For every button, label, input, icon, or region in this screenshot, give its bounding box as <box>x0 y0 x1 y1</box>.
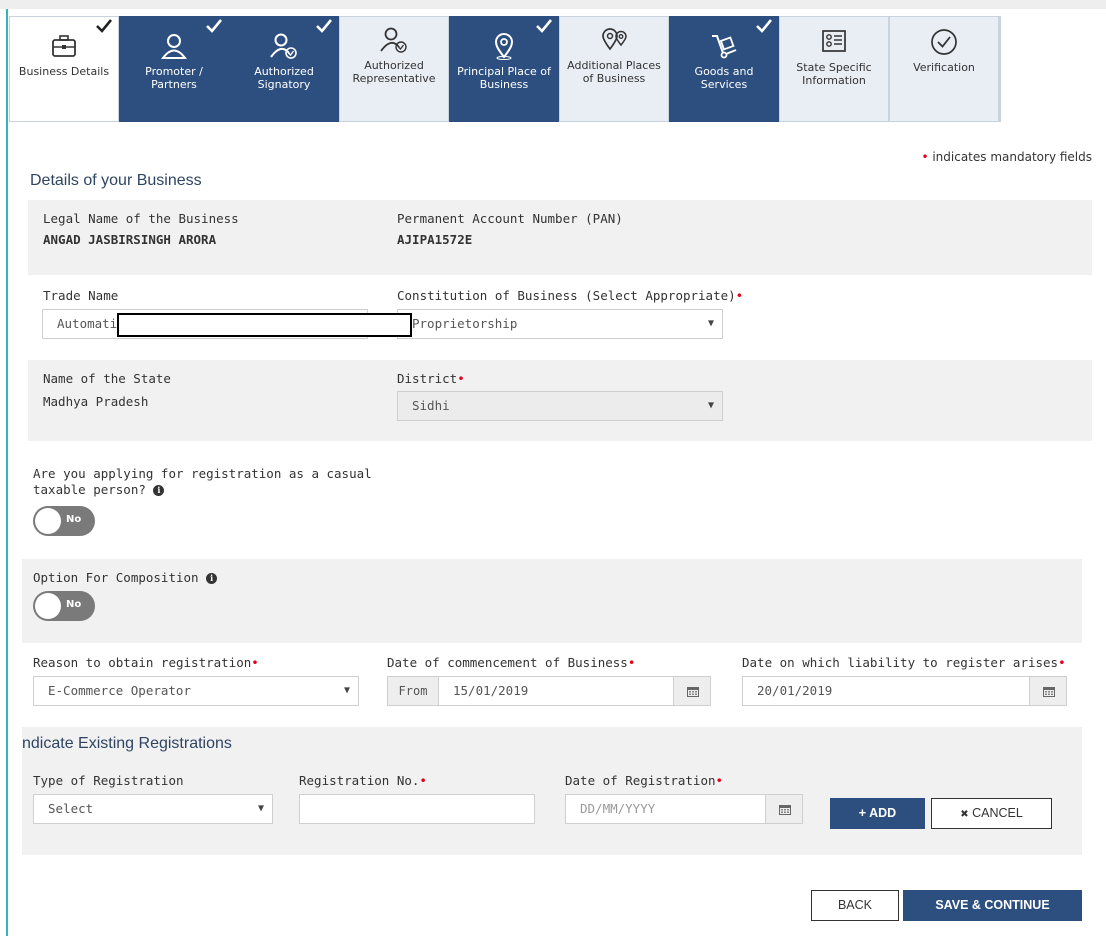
reason-label: Reason to obtain registration• <box>33 655 259 670</box>
toggle-text: No <box>66 599 82 610</box>
tab-verification[interactable]: Verification <box>889 16 999 122</box>
check-icon <box>316 19 332 33</box>
briefcase-icon <box>52 35 76 57</box>
chevron-down-icon: ▼ <box>707 318 714 329</box>
section-title-business: Details of your Business <box>30 172 202 189</box>
casual-taxable-toggle[interactable]: No <box>33 506 95 536</box>
legal-name-label: Legal Name of the Business <box>43 211 239 226</box>
tab-principal-place-of-business[interactable]: Principal Place of Business <box>449 16 559 122</box>
cancel-button[interactable]: ✖ CANCEL <box>931 798 1052 829</box>
state-label: Name of the State <box>43 371 171 386</box>
add-button-label: ADD <box>869 806 897 820</box>
liability-label: Date on which liability to register aris… <box>742 655 1066 670</box>
left-accent-line <box>6 9 8 936</box>
from-addon: From <box>387 676 439 706</box>
tab-label: Verification <box>913 61 975 74</box>
registration-date-input[interactable]: DD/MM/YYYY <box>565 794 766 824</box>
tab-authorized-signatory[interactable]: Authorized Signatory <box>229 16 339 122</box>
calendar-button[interactable] <box>673 676 711 706</box>
registration-no-label: Registration No.• <box>299 773 427 788</box>
save-continue-button[interactable]: SAVE & CONTINUE <box>903 890 1082 921</box>
district-select[interactable]: Sidhi ▼ <box>397 391 723 421</box>
toggle-knob <box>35 593 61 619</box>
check-icon <box>96 19 112 33</box>
redaction-box <box>117 313 412 337</box>
commencement-date-input[interactable]: 15/01/2019 <box>438 676 674 706</box>
legal-name-value: ANGAD JASBIRSINGH ARORA <box>43 232 217 247</box>
tab-business-details[interactable]: Business Details <box>9 16 119 122</box>
mandatory-note-text: indicates mandatory fields <box>932 150 1092 164</box>
cancel-button-label: CANCEL <box>972 806 1023 820</box>
info-icon: i <box>206 573 218 584</box>
toggle-knob <box>35 508 61 534</box>
check-icon <box>756 19 772 33</box>
registration-no-input[interactable] <box>299 794 535 824</box>
reason-select[interactable]: E-Commerce Operator ▼ <box>33 676 359 706</box>
tab-label: Authorized Signatory <box>254 65 314 91</box>
tab-label: State Specific Information <box>796 61 872 87</box>
trade-name-label: Trade Name <box>43 288 119 303</box>
tab-authorized-representative[interactable]: Authorized Representative <box>339 16 449 122</box>
person-check-icon <box>380 27 407 53</box>
pan-value: AJIPA1572E <box>397 232 473 247</box>
tab-label: Principal Place of Business <box>457 65 551 91</box>
liability-date-input[interactable]: 20/01/2019 <box>742 676 1030 706</box>
district-label: District• <box>397 371 465 386</box>
composition-label: Option For Composition i <box>33 570 218 585</box>
toggle-text: No <box>66 514 82 525</box>
back-button[interactable]: BACK <box>811 890 899 921</box>
info-icon: i <box>153 485 165 496</box>
calendar-icon <box>1043 687 1055 697</box>
registration-date-label: Date of Registration• <box>565 773 724 788</box>
chevron-down-icon: ▼ <box>257 803 264 814</box>
section-title-existing: ndicate Existing Registrations <box>22 735 232 752</box>
chevron-down-icon: ▼ <box>343 685 350 696</box>
constitution-select[interactable]: Proprietorship ▼ <box>397 309 723 339</box>
check-icon <box>206 19 222 33</box>
constitution-label: Constitution of Business (Select Appropr… <box>397 288 744 303</box>
tabs-divider <box>999 16 1001 122</box>
registration-type-select[interactable]: Select ▼ <box>33 794 273 824</box>
state-value: Madhya Pradesh <box>43 394 149 409</box>
add-button[interactable]: + ADD <box>830 798 925 829</box>
tab-goods-and-services[interactable]: Goods and Services <box>669 16 779 122</box>
check-circle-icon <box>931 29 957 55</box>
calendar-icon <box>687 687 699 697</box>
tab-label: Business Details <box>18 65 110 78</box>
tab-state-specific-information[interactable]: State Specific Information <box>779 16 889 122</box>
top-strip <box>0 0 1106 9</box>
pan-label: Permanent Account Number (PAN) <box>397 211 623 226</box>
tab-label: Authorized Representative <box>352 59 436 85</box>
location-pin-icon <box>494 33 514 60</box>
registration-type-label: Type of Registration <box>33 773 184 788</box>
close-icon: ✖ <box>960 809 969 820</box>
hand-truck-icon <box>712 35 737 59</box>
calendar-button[interactable] <box>1029 676 1067 706</box>
location-pins-icon <box>602 28 627 51</box>
chevron-down-icon: ▼ <box>707 400 714 411</box>
calendar-icon <box>779 805 791 815</box>
mandatory-marker: • <box>921 150 929 164</box>
tab-label: Promoter / Partners <box>145 65 203 91</box>
plus-icon: + <box>858 806 867 820</box>
composition-toggle[interactable]: No <box>33 591 95 621</box>
tab-additional-places-of-business[interactable]: Additional Places of Business <box>559 16 669 122</box>
tab-label: Goods and Services <box>694 65 754 91</box>
person-icon <box>161 34 187 59</box>
check-icon <box>536 19 552 33</box>
tab-promoter-partners[interactable]: Promoter / Partners <box>119 16 229 122</box>
casual-taxable-label: Are you applying for registration as a c… <box>33 466 372 497</box>
person-check-icon <box>270 33 297 59</box>
commencement-label: Date of commencement of Business• <box>387 655 636 670</box>
id-card-icon <box>822 30 846 52</box>
tab-label: Additional Places of Business <box>567 59 661 85</box>
calendar-button[interactable] <box>765 794 803 824</box>
mandatory-note: • indicates mandatory fields <box>921 150 1092 164</box>
registration-tabs: Business Details Promoter / Partners Aut… <box>9 16 999 122</box>
